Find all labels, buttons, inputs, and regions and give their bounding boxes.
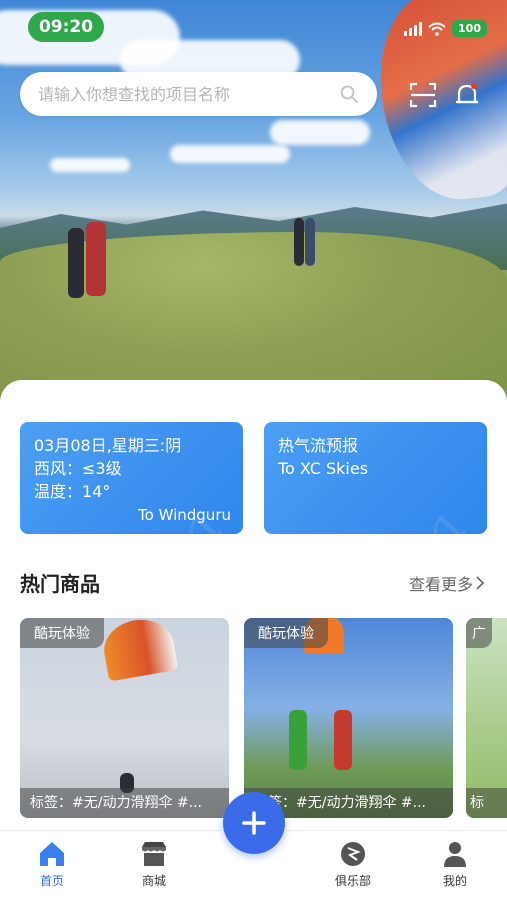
- tab-club[interactable]: 俱乐部: [318, 839, 388, 889]
- signal-icon: [404, 21, 423, 36]
- home-icon: [40, 842, 64, 866]
- product-card[interactable]: 广 标: [466, 618, 507, 818]
- product-label: 标: [466, 788, 507, 818]
- content-panel: Wea 03月08日,星期三:阴 西风：≤3级 温度：14° To Windgu…: [0, 380, 507, 830]
- tab-home[interactable]: 首页: [17, 839, 87, 889]
- see-more-link[interactable]: 查看更多: [409, 571, 485, 595]
- search-bar[interactable]: [20, 72, 377, 116]
- wifi-icon: [428, 22, 446, 36]
- tab-home-label: 首页: [39, 874, 64, 888]
- windguru-link[interactable]: To Windguru: [138, 506, 231, 524]
- chevron-right-icon: [476, 576, 485, 590]
- scan-icon[interactable]: [408, 80, 438, 110]
- battery-indicator: 100: [452, 20, 487, 37]
- product-label: 标签：#无/动力滑翔伞 #...: [20, 788, 229, 818]
- search-icon[interactable]: [339, 84, 359, 104]
- tab-club-label: 俱乐部: [334, 874, 371, 888]
- watermark-decoration: Wea: [360, 500, 481, 534]
- product-tag: 酷玩体验: [20, 618, 104, 648]
- hero-banner-image: [0, 0, 507, 400]
- tab-profile-label: 我的: [442, 874, 467, 888]
- weather-card[interactable]: Wea 03月08日,星期三:阴 西风：≤3级 温度：14° To Windgu…: [20, 422, 243, 534]
- weather-wind-line: 西风：≤3级: [34, 459, 122, 478]
- plus-icon: [242, 811, 266, 835]
- profile-icon: [444, 842, 466, 867]
- tab-shop-label: 商城: [141, 874, 166, 888]
- shop-icon: [142, 842, 166, 866]
- see-more-label: 查看更多: [408, 575, 473, 594]
- status-time: 09:20: [28, 12, 104, 42]
- weather-date-line: 03月08日,星期三:阴: [34, 436, 182, 455]
- hot-products-title: 热门商品: [20, 572, 100, 596]
- thermal-forecast-card[interactable]: Wea 热气流预报 To XC Skies: [264, 422, 487, 534]
- thermal-forecast-subtitle[interactable]: To XC Skies: [264, 457, 487, 480]
- club-icon: [341, 842, 365, 866]
- product-card[interactable]: 酷玩体验 标签：#无/动力滑翔伞 #...: [20, 618, 229, 818]
- search-input[interactable]: [38, 84, 339, 104]
- product-card[interactable]: 酷玩体验 标签：#无/动力滑翔伞 #...: [244, 618, 453, 818]
- add-button[interactable]: [223, 792, 285, 854]
- weather-temp-line: 温度：14°: [34, 482, 111, 501]
- product-tag: 广: [466, 618, 492, 648]
- tab-shop[interactable]: 商城: [119, 839, 189, 889]
- notification-bell-icon[interactable]: [452, 80, 482, 110]
- thermal-forecast-title: 热气流预报: [278, 436, 359, 455]
- product-tag: 酷玩体验: [244, 618, 328, 648]
- status-indicators: 100: [404, 20, 487, 37]
- tab-profile[interactable]: 我的: [420, 839, 490, 889]
